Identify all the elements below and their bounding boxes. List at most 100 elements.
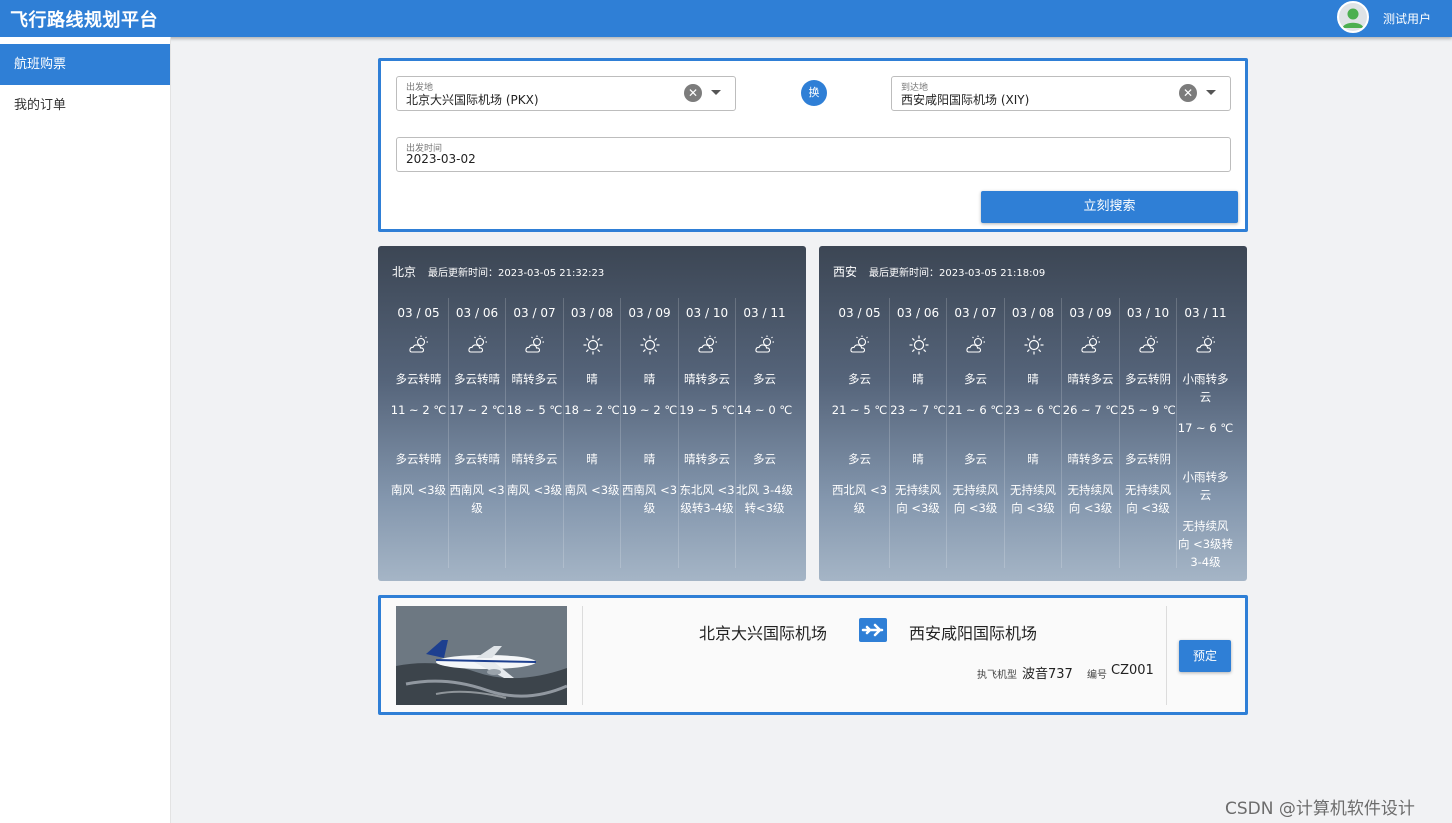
partly-cloudy-icon [965, 334, 987, 356]
weather-night-text: 多云转晴 [454, 452, 500, 466]
weather-temperature: 14 ~ 0 ℃ [736, 403, 793, 417]
flight-destination: 西安咸阳国际机场 [909, 624, 1038, 643]
weather-temperature: 19 ~ 5 ℃ [679, 403, 735, 417]
arrival-value: 西安咸阳国际机场 (XIY) [901, 93, 1030, 107]
weather-day-text: 晴 [912, 372, 924, 386]
weather-day-text: 多云转晴 [454, 372, 500, 386]
weather-wind: 无持续风向 <3级转3-4级 [1177, 519, 1234, 569]
weather-date: 03 / 11 [1184, 306, 1227, 320]
partly-cloudy-icon [697, 334, 719, 356]
weather-temperature: 17 ~ 6 ℃ [1177, 421, 1234, 435]
clear-departure-icon[interactable]: ✕ [684, 84, 702, 102]
weather-temperature: 18 ~ 2 ℃ [564, 403, 620, 417]
weather-wind: 南风 <3级 [506, 483, 563, 497]
avatar[interactable] [1337, 1, 1369, 33]
weather-wind: 西南风 <3级 [621, 483, 678, 515]
weather-wind: 无持续风向 <3级 [1067, 483, 1114, 515]
weather-day: 03 / 07 晴转多云 18 ~ 5 ℃ 晴转多云 南风 <3级 [505, 298, 562, 568]
airplane-icon [859, 618, 887, 642]
partly-cloudy-icon [1080, 334, 1102, 356]
user-icon [1339, 3, 1367, 31]
arrival-select[interactable]: 到达地 西安咸阳国际机场 (XIY) ✕ [891, 76, 1231, 111]
weather-night-text: 多云 [964, 452, 987, 466]
weather-night-text: 晴转多云 [684, 452, 730, 466]
partly-cloudy-icon [1195, 334, 1217, 356]
sun-icon [1023, 334, 1045, 356]
weather-wind: 无持续风向 <3级 [952, 483, 999, 515]
sun-icon [908, 334, 930, 356]
weather-wind: 西南风 <3级 [449, 483, 505, 515]
flight-result-card: 北京大兴国际机场 西安咸阳国际机场 执飞机型 波音737 编号 CZ001 预定 [378, 595, 1248, 715]
sidebar: 航班购票 我的订单 [0, 37, 171, 823]
flight-number-label: 编号 [1087, 670, 1107, 681]
search-button[interactable]: 立刻搜索 [981, 191, 1238, 223]
weather-temperature: 21 ~ 6 ℃ [947, 403, 1004, 417]
weather-day-text: 多云转阴 [1125, 372, 1171, 386]
watermark: CSDN @计算机软件设计 [1225, 799, 1415, 819]
weather-temperature: 23 ~ 7 ℃ [890, 403, 946, 417]
weather-wind: 无持续风向 <3级 [895, 483, 941, 515]
weather-day: 03 / 05 多云转晴 11 ~ 2 ℃ 多云转晴 南风 <3级 [390, 298, 447, 568]
weather-temperature: 25 ~ 9 ℃ [1120, 403, 1176, 417]
weather-wind: 无持续风向 <3级 [1125, 483, 1171, 515]
date-field[interactable]: 出发时间 2023-03-02 [396, 137, 1231, 172]
weather-update-time: 最后更新时间：2023-03-05 21:32:23 [428, 268, 605, 279]
app-title: 飞行路线规划平台 [10, 10, 158, 31]
departure-value: 北京大兴国际机场 (PKX) [406, 93, 539, 107]
weather-day-text: 多云 [964, 372, 987, 386]
weather-date: 03 / 07 [954, 306, 997, 320]
weather-day: 03 / 09 晴转多云 26 ~ 7 ℃ 晴转多云 无持续风向 <3级 [1061, 298, 1118, 568]
user-name[interactable]: 测试用户 [1383, 10, 1431, 27]
flight-number-value: CZ001 [1111, 663, 1154, 678]
weather-date: 03 / 05 [838, 306, 881, 320]
aircraft-value: 波音737 [1022, 667, 1073, 682]
weather-city: 西安 [833, 265, 858, 279]
weather-day: 03 / 06 晴 23 ~ 7 ℃ 晴无持续风向 <3级 [888, 298, 946, 568]
weather-card-beijing: 北京 最后更新时间：2023-03-05 21:32:23 03 / 05 多云… [378, 246, 806, 581]
weather-day-text: 多云转晴 [395, 372, 442, 386]
aircraft-label: 执飞机型 [977, 670, 1017, 681]
book-button[interactable]: 预定 [1179, 640, 1231, 672]
weather-day-text: 晴 [1027, 372, 1039, 386]
weather-date: 03 / 08 [1011, 306, 1055, 320]
sidebar-item-my-orders[interactable]: 我的订单 [0, 85, 170, 126]
weather-day-text: 小雨转多云 [1182, 372, 1229, 404]
partly-cloudy-icon [467, 334, 489, 356]
weather-day: 03 / 07 多云 21 ~ 6 ℃ 多云无持续风向 <3级 [946, 298, 1003, 568]
aircraft-photo [396, 606, 567, 705]
weather-date: 03 / 09 [1069, 306, 1112, 320]
weather-day: 03 / 10 多云转阴 25 ~ 9 ℃ 多云转阴无持续风向 <3级 [1118, 298, 1176, 568]
weather-date: 03 / 07 [513, 306, 556, 320]
weather-forecast: 03 / 05 多云转晴 11 ~ 2 ℃ 多云转晴 南风 <3级 03 / 06 多云… [390, 298, 794, 568]
weather-day-text: 晴 [643, 372, 656, 386]
weather-temperature: 26 ~ 7 ℃ [1062, 403, 1119, 417]
weather-day-text: 晴 [586, 372, 598, 386]
sidebar-item-flight-booking[interactable]: 航班购票 [0, 44, 170, 85]
weather-date: 03 / 09 [628, 306, 671, 320]
weather-wind: 无持续风向 <3级 [1010, 483, 1056, 515]
weather-night-text: 多云转阴 [1125, 452, 1171, 466]
clear-arrival-icon[interactable]: ✕ [1179, 84, 1197, 102]
weather-update-time: 最后更新时间：2023-03-05 21:18:09 [869, 268, 1046, 279]
weather-day-text: 晴转多云 [684, 372, 730, 386]
weather-date: 03 / 06 [455, 306, 499, 320]
top-bar: 飞行路线规划平台 测试用户 [0, 0, 1452, 37]
weather-day: 03 / 06 多云转晴 17 ~ 2 ℃ 多云转晴 西南风 <3级 [447, 298, 505, 568]
weather-day-text: 晴转多云 [1067, 372, 1114, 386]
weather-day: 03 / 05 多云 21 ~ 5 ℃ 多云 西北风 <3级 [831, 298, 888, 568]
partly-cloudy-icon [408, 334, 430, 356]
weather-day-text: 多云 [848, 372, 871, 386]
partly-cloudy-icon [849, 334, 871, 356]
weather-day: 03 / 10 晴转多云 19 ~ 5 ℃ 晴转多云 东北风 <3级转3-4级 [677, 298, 735, 568]
swap-button[interactable]: 换 [801, 80, 827, 106]
arrival-dropdown-icon[interactable] [1206, 90, 1216, 95]
partly-cloudy-icon [524, 334, 546, 356]
weather-night-text: 晴 [586, 452, 598, 466]
weather-date: 03 / 08 [570, 306, 614, 320]
weather-card-xian: 西安 最后更新时间：2023-03-05 21:18:09 03 / 05 多云… [819, 246, 1247, 581]
weather-day: 03 / 08 晴 23 ~ 6 ℃ 晴无持续风向 <3级 [1003, 298, 1061, 568]
departure-dropdown-icon[interactable] [711, 90, 721, 95]
weather-date: 03 / 10 [1126, 306, 1170, 320]
departure-select[interactable]: 出发地 北京大兴国际机场 (PKX) ✕ [396, 76, 736, 111]
weather-night-text: 多云 [848, 452, 871, 466]
